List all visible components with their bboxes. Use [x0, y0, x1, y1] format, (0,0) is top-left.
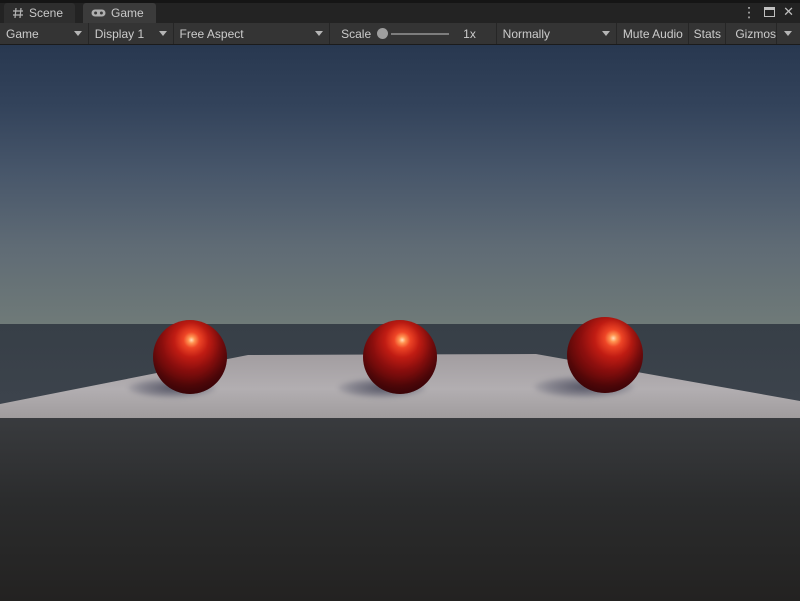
tab-scene[interactable]: Scene	[4, 3, 75, 23]
scale-label: Scale	[341, 27, 371, 41]
play-mode-label: Normally	[503, 27, 597, 41]
game-mode-label: Game	[6, 27, 68, 41]
window-controls: ⋮ ✕	[740, 0, 796, 23]
game-view-toolbar: Game Display 1 Free Aspect Scale 1x Norm…	[0, 23, 800, 45]
red-sphere	[363, 320, 437, 394]
gamepad-icon	[91, 8, 106, 18]
tab-bar: Scene Game ⋮ ✕	[0, 0, 800, 23]
aspect-label: Free Aspect	[180, 27, 310, 41]
display-dropdown[interactable]: Display 1	[89, 23, 174, 44]
gizmos-arrow-section[interactable]	[776, 23, 794, 44]
chevron-down-icon	[315, 31, 323, 36]
stats-label: Stats	[694, 27, 721, 41]
scale-value: 1x	[463, 27, 476, 41]
scale-control: Scale 1x	[330, 23, 497, 44]
tab-scene-label: Scene	[29, 6, 63, 20]
game-mode-dropdown[interactable]: Game	[0, 23, 89, 44]
chevron-down-icon	[159, 31, 167, 36]
chevron-down-icon	[602, 31, 610, 36]
scale-slider-track[interactable]	[391, 33, 449, 35]
play-mode-dropdown[interactable]: Normally	[497, 23, 618, 44]
red-sphere	[153, 320, 227, 394]
display-label: Display 1	[95, 27, 153, 41]
kebab-menu-icon[interactable]: ⋮	[740, 5, 758, 19]
unity-game-panel: Scene Game ⋮ ✕ Game Display 1	[0, 0, 800, 601]
gizmos-dropdown[interactable]: Gizmos	[726, 23, 800, 44]
tab-game[interactable]: Game	[83, 3, 156, 23]
aspect-ratio-dropdown[interactable]: Free Aspect	[174, 23, 331, 44]
mute-audio-button[interactable]: Mute Audio	[617, 23, 689, 44]
chevron-down-icon	[784, 31, 792, 36]
mute-audio-label: Mute Audio	[623, 27, 683, 41]
maximize-icon[interactable]	[764, 7, 775, 17]
scale-slider-knob[interactable]	[377, 28, 388, 39]
red-sphere	[567, 317, 643, 393]
chevron-down-icon	[74, 31, 82, 36]
stats-button[interactable]: Stats	[689, 23, 726, 44]
gizmos-label: Gizmos	[735, 27, 776, 41]
game-viewport[interactable]	[0, 45, 800, 601]
grid-icon	[12, 7, 24, 19]
tab-game-label: Game	[111, 6, 144, 20]
close-icon[interactable]: ✕	[781, 5, 796, 18]
